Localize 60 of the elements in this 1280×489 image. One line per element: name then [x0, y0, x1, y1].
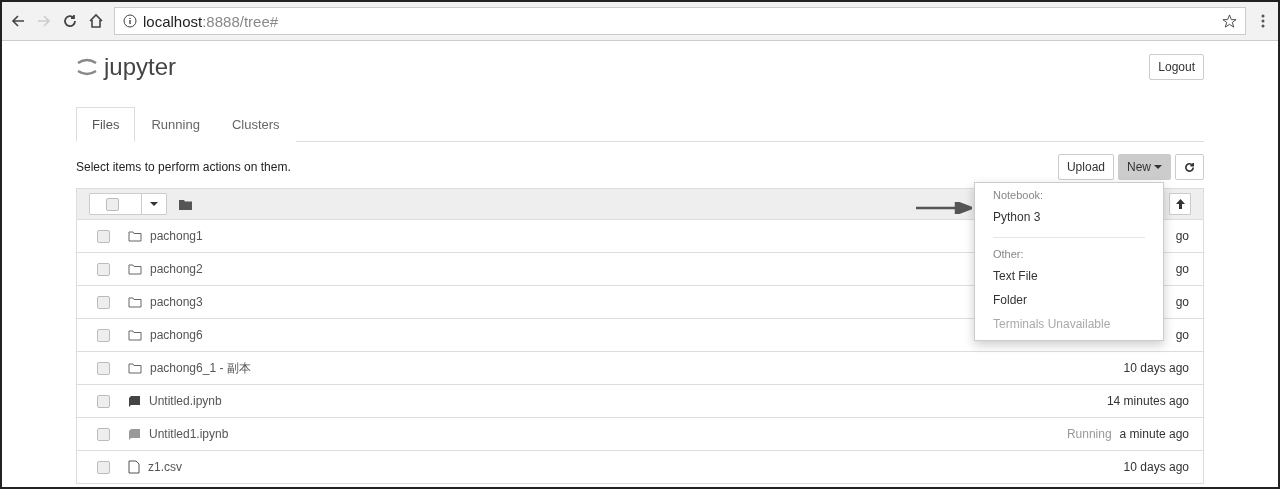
file-name[interactable]: pachong3 — [150, 295, 203, 309]
file-name[interactable]: pachong6_1 - 副本 — [150, 359, 251, 377]
url-text: localhost:8888/tree# — [143, 12, 279, 30]
tab[interactable]: Files — [76, 107, 136, 142]
checkbox[interactable] — [97, 460, 110, 474]
home-icon[interactable] — [88, 13, 104, 29]
modified-time: 10 days ago — [1123, 460, 1189, 474]
menu-item[interactable]: Folder — [975, 288, 1163, 312]
file-name[interactable]: pachong6 — [150, 328, 203, 342]
instruction-text: Select items to perform actions on them. — [76, 160, 291, 174]
back-arrow-icon[interactable] — [10, 13, 26, 29]
folder-icon — [128, 362, 142, 374]
modified-time: go — [1175, 229, 1189, 243]
logout-button[interactable]: Logout — [1149, 54, 1204, 80]
forward-arrow-icon[interactable] — [36, 13, 52, 29]
file-name[interactable]: pachong2 — [150, 262, 203, 276]
menu-item[interactable]: Python 3 — [975, 205, 1163, 229]
checkbox[interactable] — [97, 394, 110, 408]
address-bar[interactable]: localhost:8888/tree# — [114, 7, 1246, 35]
info-icon — [123, 14, 137, 28]
checkbox[interactable] — [97, 229, 110, 243]
file-name[interactable]: Untitled1.ipynb — [149, 427, 229, 441]
file-name[interactable]: Untitled.ipynb — [149, 394, 222, 408]
modified-time: 10 days ago — [1123, 361, 1189, 375]
modified-time: a minute ago — [1119, 427, 1189, 441]
checkbox[interactable] — [97, 361, 110, 375]
file-name[interactable]: z1.csv — [148, 460, 182, 474]
folder-icon — [128, 296, 142, 308]
new-button[interactable]: New — [1118, 154, 1171, 180]
menu-header: Other: — [992, 247, 1025, 262]
select-all-dropdown[interactable] — [89, 193, 167, 215]
annotation-arrow — [916, 202, 972, 214]
caret-icon — [1154, 164, 1162, 170]
checkbox[interactable] — [97, 427, 110, 441]
refresh-button[interactable] — [1175, 154, 1204, 180]
reload-icon[interactable] — [62, 13, 78, 29]
menu-item[interactable]: Text File — [975, 264, 1163, 288]
file-name[interactable]: pachong1 — [150, 229, 203, 243]
menu-header: Notebook: — [992, 188, 1045, 203]
refresh-icon — [1184, 161, 1195, 173]
sort-button[interactable] — [1169, 193, 1191, 215]
modified-time: 14 minutes ago — [1106, 394, 1189, 408]
running-status: Running — [1066, 427, 1112, 441]
logo-icon — [76, 56, 98, 78]
star-icon[interactable] — [1222, 13, 1237, 29]
modified-time: go — [1175, 295, 1189, 309]
caret-icon — [150, 201, 158, 207]
folder-icon — [128, 329, 142, 341]
checkbox[interactable] — [97, 262, 110, 276]
modified-time: go — [1175, 328, 1189, 342]
folder-icon[interactable] — [179, 198, 192, 210]
folder-icon — [128, 230, 142, 242]
logo-text: jupyter — [104, 53, 177, 81]
checkbox[interactable] — [97, 328, 110, 342]
checkbox[interactable] — [97, 295, 110, 309]
folder-icon — [128, 263, 142, 275]
up-arrow-icon — [1175, 199, 1185, 209]
upload-button[interactable]: Upload — [1057, 154, 1114, 180]
modified-time: go — [1175, 262, 1189, 276]
document-icon — [128, 460, 140, 474]
